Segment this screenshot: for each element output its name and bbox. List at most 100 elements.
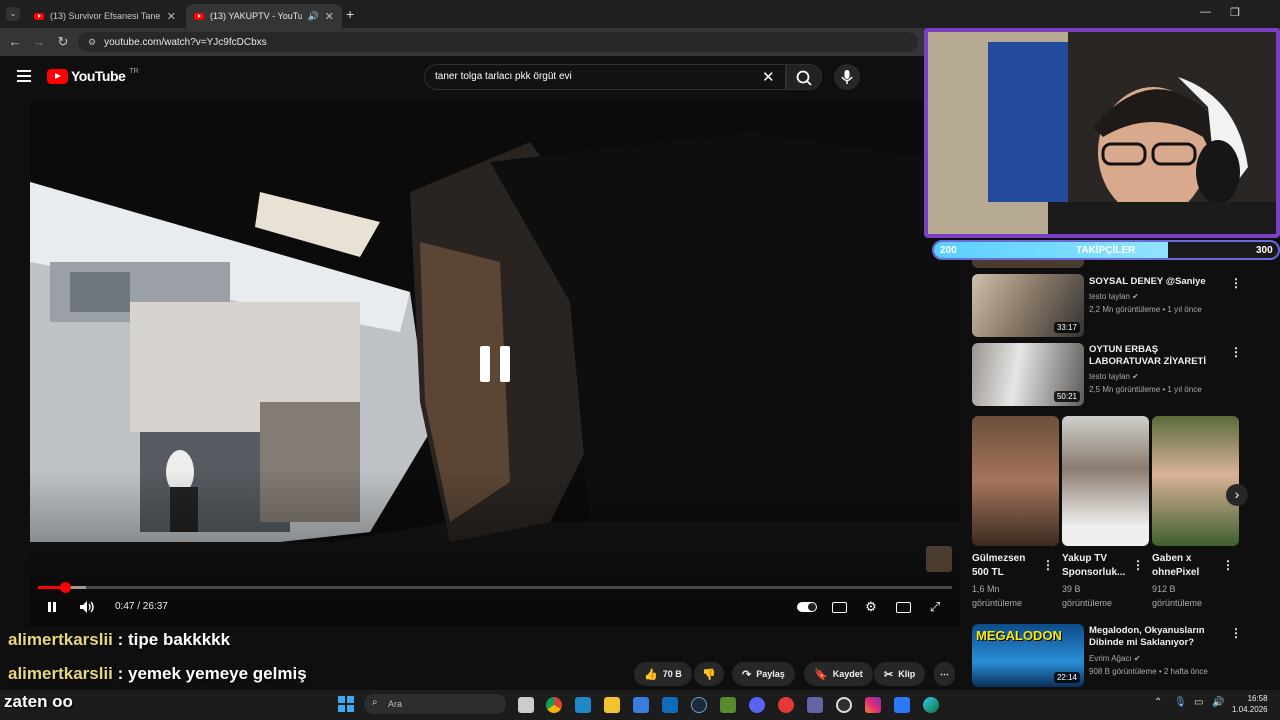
- rec-thumbnail[interactable]: 50:21: [972, 343, 1084, 406]
- rec-channel[interactable]: testo taylan ✔: [1089, 290, 1139, 303]
- teams-icon[interactable]: [807, 697, 823, 713]
- short-title[interactable]: Yakup TV Sponsorluk...: [1062, 552, 1130, 580]
- reload-icon[interactable]: ↻: [54, 33, 72, 51]
- edge-icon[interactable]: [923, 697, 939, 713]
- maximize-icon[interactable]: ❐: [1230, 6, 1240, 19]
- tray-mic-icon[interactable]: 🎙: [1174, 697, 1187, 708]
- follower-goal-start: 200: [940, 245, 957, 256]
- miniplayer-icon: [895, 601, 911, 613]
- minimize-icon[interactable]: —: [1200, 6, 1211, 18]
- duration-badge: 50:21: [1053, 391, 1080, 402]
- search-input[interactable]: taner tolga tarlacı pkk örgüt evi: [424, 64, 786, 90]
- channel-name: Evrim Ağacı: [1089, 654, 1132, 663]
- rec-channel[interactable]: Evrim Ağacı ✔: [1089, 652, 1141, 665]
- partial-rec-thumb[interactable]: [972, 260, 1084, 268]
- rec-title[interactable]: OYTUN ERBAŞ LABORATUVAR ZİYARETİ: [1089, 344, 1224, 368]
- tab-survivor[interactable]: (13) Survivor Efsanesi Taner Tolga ✕: [26, 4, 184, 28]
- short-item[interactable]: Gülmezsen 500 TL 1,6 Mn görüntüleme ⋮: [972, 416, 1060, 610]
- channel-name: testo taylan: [1089, 372, 1130, 381]
- new-tab-button[interactable]: +: [346, 6, 354, 22]
- rec-thumbnail[interactable]: 33:17: [972, 274, 1084, 337]
- chrome-icon[interactable]: [546, 697, 562, 713]
- more-options-icon[interactable]: ⋮: [1042, 558, 1054, 572]
- subtitles-icon: [831, 601, 847, 613]
- miniplayer-button[interactable]: [894, 598, 912, 616]
- scissors-icon: ✂: [884, 668, 894, 681]
- more-options-icon[interactable]: ⋮: [1222, 558, 1234, 572]
- thumbs-down-icon: 👎: [702, 668, 716, 681]
- autoplay-toggle[interactable]: [796, 598, 818, 616]
- close-tab-icon[interactable]: ✕: [325, 10, 334, 23]
- app-blue-icon[interactable]: [894, 697, 910, 713]
- more-actions-button[interactable]: ⋯: [934, 662, 955, 686]
- instagram-icon[interactable]: [865, 697, 881, 713]
- rec-channel[interactable]: testo taylan ✔: [1089, 370, 1139, 383]
- pause-button[interactable]: [44, 598, 60, 616]
- rec-title[interactable]: Megalodon, Okyanusların Dibinde mi Sakla…: [1089, 625, 1224, 649]
- rec-meta: 908 B görüntüleme • 2 hafta önce: [1089, 667, 1208, 676]
- obs-icon[interactable]: [836, 697, 852, 713]
- clear-search-icon[interactable]: ✕: [762, 68, 775, 86]
- short-thumbnail[interactable]: [972, 416, 1059, 546]
- chat-username: alimertkarslii: [8, 630, 113, 649]
- short-item[interactable]: Yakup TV Sponsorluk... 39 B görüntüleme …: [1062, 416, 1150, 610]
- scrubber-handle[interactable]: [59, 582, 71, 593]
- menu-icon[interactable]: [17, 70, 31, 82]
- clock-time: 16:58: [1247, 694, 1268, 703]
- monitor-app-icon[interactable]: [575, 697, 591, 713]
- more-options-icon[interactable]: ⋮: [1230, 345, 1242, 359]
- back-icon[interactable]: ←: [6, 33, 24, 51]
- start-button[interactable]: [338, 696, 354, 712]
- close-tab-icon[interactable]: ✕: [167, 10, 176, 23]
- app-red-icon[interactable]: [778, 697, 794, 713]
- thumb-overlay-text: MEGALODON: [976, 628, 1062, 643]
- more-options-icon[interactable]: ⋮: [1132, 558, 1144, 572]
- dislike-button[interactable]: 👎: [694, 662, 724, 686]
- tray-overflow-icon[interactable]: ⌃: [1154, 697, 1162, 708]
- taskbar-search[interactable]: Ara: [364, 694, 506, 714]
- tab-search-button[interactable]: ⌄: [6, 7, 20, 21]
- like-button[interactable]: 👍 70 B: [634, 662, 692, 686]
- save-button[interactable]: 🔖 Kaydet: [804, 662, 873, 686]
- speaker-icon[interactable]: 🔊: [308, 11, 319, 22]
- voice-search-button[interactable]: [834, 64, 860, 90]
- forward-icon[interactable]: →: [30, 33, 48, 51]
- rec-title[interactable]: SOYSAL DENEY @Saniye: [1089, 276, 1224, 288]
- short-title[interactable]: Gaben x ohnePixel: [1152, 552, 1218, 580]
- clip-button[interactable]: ✂ Klip: [874, 662, 926, 686]
- search-button[interactable]: [786, 64, 822, 90]
- video-player[interactable]: 0:47 / 26:37 ⚙ ⤢: [30, 102, 960, 626]
- share-button[interactable]: ↷ Paylaş: [732, 662, 795, 686]
- task-view-icon[interactable]: [518, 697, 534, 713]
- progress-bar[interactable]: [38, 582, 952, 593]
- subtitles-button[interactable]: [830, 598, 848, 616]
- file-explorer-icon[interactable]: [604, 697, 620, 713]
- site-info-icon[interactable]: ⚙: [88, 37, 96, 48]
- short-item[interactable]: Gaben x ohnePixel 912 B görüntüleme ⋮: [1152, 416, 1240, 610]
- youtube-logo[interactable]: YouTube TR: [47, 68, 139, 84]
- duration-badge: 22:14: [1053, 672, 1080, 683]
- store-icon[interactable]: [633, 697, 649, 713]
- short-thumbnail[interactable]: [1062, 416, 1149, 546]
- speaker-icon[interactable]: 🔊: [1212, 697, 1224, 708]
- more-options-icon[interactable]: ⋮: [1230, 276, 1242, 290]
- outlook-icon[interactable]: [662, 697, 678, 713]
- steam-icon[interactable]: [691, 697, 707, 713]
- tab-yakuptv[interactable]: (13) YAKUPTV - YouTube 🔊 ✕: [186, 4, 342, 28]
- time-display: 0:47 / 26:37: [115, 601, 168, 612]
- fullscreen-button[interactable]: ⤢: [926, 598, 944, 616]
- more-options-icon[interactable]: ⋮: [1230, 626, 1242, 640]
- channel-watermark[interactable]: [926, 546, 952, 572]
- volume-button[interactable]: [78, 598, 96, 616]
- minecraft-icon[interactable]: [720, 697, 736, 713]
- discord-icon[interactable]: [749, 697, 765, 713]
- short-thumbnail[interactable]: [1152, 416, 1239, 546]
- url-text: youtube.com/watch?v=YJc9fcDCbxs: [104, 36, 267, 48]
- short-title[interactable]: Gülmezsen 500 TL: [972, 552, 1038, 580]
- taskbar-clock[interactable]: 16:58 1.04.2026: [1232, 693, 1268, 715]
- shorts-next-button[interactable]: ›: [1226, 484, 1248, 506]
- rec-thumbnail[interactable]: MEGALODON 22:14: [972, 624, 1084, 687]
- address-bar[interactable]: ⚙ youtube.com/watch?v=YJc9fcDCbxs: [78, 32, 918, 52]
- settings-button[interactable]: ⚙: [862, 598, 880, 616]
- network-icon[interactable]: ▭: [1194, 697, 1203, 708]
